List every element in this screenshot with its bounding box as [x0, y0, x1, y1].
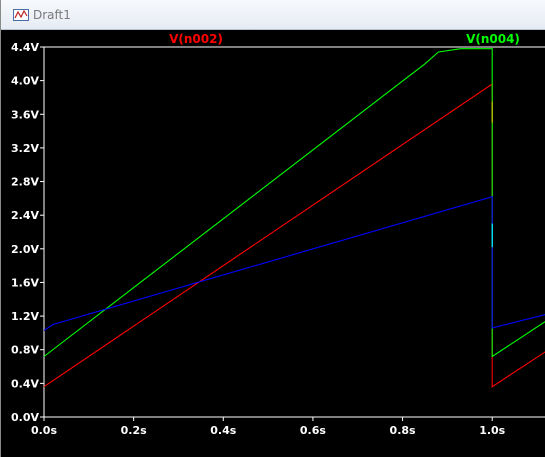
series-line-0 [43, 82, 545, 388]
waveform-chart[interactable]: 0.0V 0.4V 0.8V 1.2V 1.6V 2.0V 2.4V 2.8V 3.2V 3.6V… [1, 30, 545, 457]
window-title: Draft1 [33, 8, 71, 22]
y-tick-label: 3.2V [11, 142, 39, 155]
y-tick-label: 2.8V [11, 176, 39, 189]
series-line-1 [43, 48, 545, 358]
plot-pane[interactable]: 0.0V 0.4V 0.8V 1.2V 1.6V 2.0V 2.4V 2.8V 3.2V 3.6V… [1, 30, 545, 457]
y-tick-label: 0.4V [11, 377, 39, 390]
x-tick-label: 0.0s [31, 424, 57, 437]
waveform-window: Draft1 0.0V 0.4V 0.8V 1.2V 1.6V 2.0V 2.4V 2.8V 3… [0, 0, 545, 457]
legend-label-1: V(n004) [466, 32, 520, 46]
x-tick-label: 1.0s [479, 424, 505, 437]
y-tick-label: 4.0V [11, 75, 39, 88]
y-tick-label: 1.2V [11, 310, 39, 323]
x-tick-label: 0.4s [210, 424, 236, 437]
waveform-icon [13, 9, 29, 21]
y-tick-label: 2.4V [11, 209, 39, 222]
x-tick-label: 0.2s [121, 424, 147, 437]
y-tick-label: 3.6V [11, 108, 39, 121]
x-tick-label: 0.6s [300, 424, 326, 437]
series-line-2 [43, 195, 545, 331]
y-tick-label: 1.6V [11, 276, 39, 289]
title-bar[interactable]: Draft1 [1, 0, 545, 30]
y-tick-label: 0.8V [11, 344, 39, 357]
y-tick-label: 4.4V [11, 41, 39, 54]
y-tick-label: 0.0V [11, 411, 39, 424]
y-tick-label: 2.0V [11, 243, 39, 256]
x-tick-label: 0.8s [390, 424, 416, 437]
legend-label-0: V(n002) [169, 32, 223, 46]
